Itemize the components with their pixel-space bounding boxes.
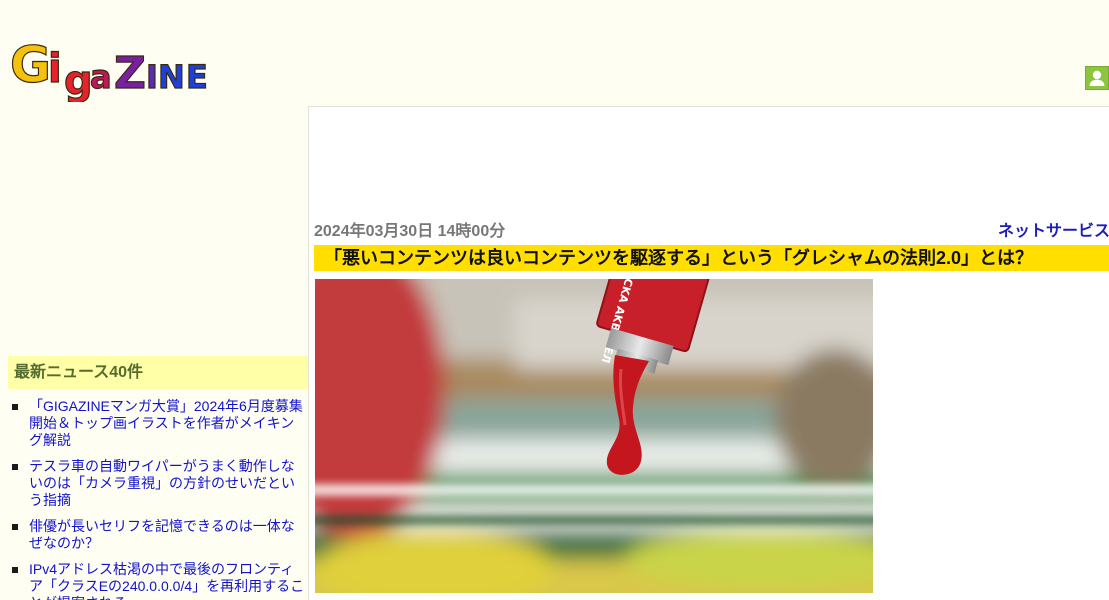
svg-text:Z: Z (114, 48, 146, 99)
news-list: 「GIGAZINEマンガ大賞」2024年6月度募集開始＆トップ画イラストを作者が… (8, 398, 308, 600)
article-date: 2024年03月30日 14時00分 (314, 223, 506, 240)
person-icon (1089, 70, 1105, 86)
news-item-link[interactable]: IPv4アドレス枯渇の中で最後のフロンティア「クラスEの240.0.0.0/4」… (29, 561, 304, 600)
bullet-icon (12, 567, 18, 573)
article-category-link[interactable]: ネットサービス (998, 221, 1109, 243)
page: G i g a Z I N E 2024年03月30日 14時00分 ネットサー… (0, 0, 1109, 600)
news-item[interactable]: 「GIGAZINEマンガ大賞」2024年6月度募集開始＆トップ画イラストを作者が… (8, 398, 308, 449)
article-hero-image[interactable]: PACKA AKBAPEЛ (315, 279, 873, 593)
gigazine-logo-svg: G i g a Z I N E (9, 35, 208, 104)
bullet-icon (12, 524, 18, 530)
user-account-icon[interactable] (1085, 66, 1109, 90)
news-item-link[interactable]: テスラ車の自動ワイパーがうまく動作しないのは「カメラ重視」の方針のせいだという指… (29, 458, 295, 508)
news-item[interactable]: テスラ車の自動ワイパーがうまく動作しないのは「カメラ重視」の方針のせいだという指… (8, 458, 308, 509)
latest-news-heading: 最新ニュース40件 (8, 356, 308, 389)
main-content: 2024年03月30日 14時00分 ネットサービス 「悪いコンテンツは良いコン… (308, 106, 1109, 600)
news-item[interactable]: IPv4アドレス枯渇の中で最後のフロンティア「クラスEの240.0.0.0/4」… (8, 561, 308, 600)
news-item-link[interactable]: 俳優が長いセリフを記憶できるのは一体なぜなのか？ (29, 518, 295, 551)
gigazine-logo[interactable]: G i g a Z I N E (9, 35, 220, 104)
svg-text:i: i (48, 46, 62, 92)
article-title[interactable]: 「悪いコンテンツは良いコンテンツを駆逐する」という「グレシャムの法則2.0」とは… (314, 245, 1109, 271)
svg-text:a: a (90, 58, 112, 96)
svg-text:G: G (10, 36, 51, 94)
news-item-link[interactable]: 「GIGAZINEマンガ大賞」2024年6月度募集開始＆トップ画イラストを作者が… (29, 398, 303, 448)
sidebar-latest-news: 最新ニュース40件 「GIGAZINEマンガ大賞」2024年6月度募集開始＆トッ… (8, 356, 308, 600)
svg-text:I: I (146, 58, 158, 96)
article-meta: 2024年03月30日 14時00分 ネットサービス (314, 221, 1109, 243)
svg-text:N: N (158, 58, 185, 96)
svg-text:E: E (186, 58, 208, 96)
bullet-icon (12, 404, 18, 410)
svg-text:g: g (64, 58, 93, 102)
paint-tube-image: PACKA AKBAPEЛ (315, 279, 873, 593)
bullet-icon (12, 464, 18, 470)
news-item[interactable]: 俳優が長いセリフを記憶できるのは一体なぜなのか？ (8, 518, 308, 552)
